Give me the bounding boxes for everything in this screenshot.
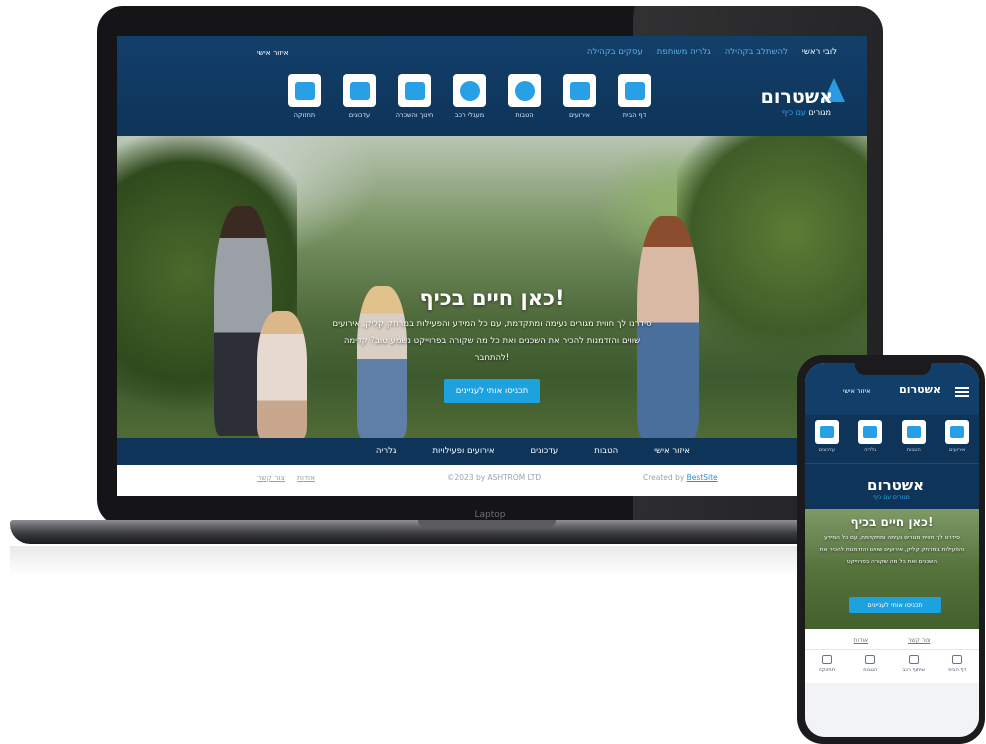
category-label: חינוך והשכרה: [395, 111, 434, 119]
phone-hero-cta-button[interactable]: תכניסו אותי לעניינים: [849, 597, 941, 613]
phone-tab-bar: דף הבית שיתוף רכב הטבות תחזוקה: [805, 649, 979, 683]
phone-link-contact[interactable]: צור קשר: [908, 637, 930, 644]
tab-home[interactable]: דף הבית: [939, 655, 975, 683]
hero-photo-girl: [257, 311, 307, 438]
phone-link-about[interactable]: אודות: [854, 637, 869, 644]
credit-link[interactable]: BestSite: [687, 473, 718, 482]
category-updates[interactable]: עדכונים: [340, 74, 379, 119]
phone-category-gallery[interactable]: גלריה: [854, 420, 886, 463]
phone-hero-body: סידרנו לך חווית מגורים נעימה ומתקדמת, עם…: [819, 535, 965, 565]
footer-link-about[interactable]: אודות: [297, 473, 315, 482]
hero-section: כאן חיים בכיף! סידרנו לך חווית מגורים נע…: [117, 136, 867, 438]
site-footer: Created by BestSite ©2023 by ASHTROM LTD…: [117, 465, 867, 496]
phone-category-events[interactable]: אירועים: [941, 420, 973, 463]
heart-icon: [906, 426, 921, 438]
category-label: גלריה: [864, 447, 877, 453]
footer-links: צור קשר אודות: [257, 473, 315, 482]
sparkle-icon: [819, 426, 834, 438]
phone-footer-links: אודות צור קשר: [805, 637, 979, 644]
tab-label: דף הבית: [948, 667, 967, 673]
nav-item-join-community[interactable]: להשתלב בקהילה: [725, 47, 788, 57]
phone-notch: [855, 363, 931, 375]
category-education[interactable]: חינוך והשכרה: [395, 74, 434, 119]
ticket-icon: [950, 426, 965, 438]
bottom-nav-events[interactable]: אירועים ופעילויות: [432, 446, 494, 456]
top-nav: לובי ראשי להשתלב בקהילה גלריה משותפת עסק…: [587, 47, 837, 57]
hero-title: כאן חיים בכיף!: [419, 286, 565, 310]
tab-label: תחזוקה: [818, 667, 835, 673]
category-label: הטבות: [906, 447, 921, 453]
category-label: אירועים: [949, 447, 966, 453]
ticket-icon: [569, 81, 590, 100]
laptop-screen: לובי ראשי להשתלב בקהילה גלריה משותפת עסק…: [117, 36, 867, 496]
nav-item-main-lobby[interactable]: לובי ראשי: [802, 47, 837, 57]
car-icon: [459, 80, 480, 101]
category-label: תחזוקה: [293, 111, 316, 119]
heart-icon: [865, 655, 876, 664]
phone-hero-title: כאן חיים בכיף!: [850, 515, 934, 529]
bottom-nav: איזור אישי הטבות עדכונים אירועים ופעילוי…: [117, 438, 867, 465]
category-label: הטבות: [515, 111, 534, 119]
tab-benefits[interactable]: הטבות: [852, 655, 888, 683]
car-icon: [908, 655, 919, 664]
logo-subtitle: מגורים עם כיף: [781, 108, 831, 117]
phone-category-icons: אירועים הטבות גלריה עדכונים: [805, 415, 979, 463]
category-home[interactable]: דף הבית: [615, 74, 654, 119]
phone-user-area-link[interactable]: איזור אישי: [843, 387, 870, 395]
phone-category-updates[interactable]: עדכונים: [811, 420, 843, 463]
phone-page-rest: [805, 683, 979, 737]
category-benefits[interactable]: הטבות: [505, 74, 544, 119]
site-header: לובי ראשי להשתלב בקהילה גלריה משותפת עסק…: [117, 36, 867, 136]
bottom-nav-updates[interactable]: עדכונים: [531, 446, 559, 456]
laptop-notch: [418, 520, 556, 528]
category-label: עדכונים: [348, 111, 371, 119]
hamburger-menu-icon[interactable]: [955, 387, 969, 397]
category-icons: דף הבית אירועים הטבות מעגלי רכב חינוך וה…: [285, 74, 654, 119]
tab-label: שיתוף רכב: [902, 667, 925, 673]
tab-car-share[interactable]: שיתוף רכב: [896, 655, 932, 683]
footer-copyright: ©2023 by ASHTROM LTD: [447, 473, 542, 482]
phone-screen: אשטרום איזור אישי אירועים הטבות גלריה עד…: [805, 363, 979, 737]
nav-item-community-business[interactable]: עסקים בקהילה: [587, 47, 643, 57]
bottom-nav-benefits[interactable]: הטבות: [594, 446, 618, 456]
hero-cta-button[interactable]: תכניסו אותי לעניינים: [443, 379, 541, 403]
bottom-nav-personal[interactable]: איזור אישי: [654, 446, 690, 456]
category-car[interactable]: מעגלי רכב: [450, 74, 489, 119]
home-icon: [952, 655, 963, 664]
footer-credit: Created by BestSite: [643, 473, 718, 482]
tab-maintenance[interactable]: תחזוקה: [809, 655, 845, 683]
phone-logo-title: אשטרום: [867, 476, 925, 494]
category-maintenance[interactable]: תחזוקה: [285, 74, 324, 119]
laptop-label: Laptop: [474, 510, 506, 520]
category-label: עדכונים: [818, 447, 835, 453]
site-logo[interactable]: אשטרום מגורים עם כיף: [751, 78, 845, 122]
phone-logo[interactable]: אשטרום: [899, 383, 941, 396]
tab-label: הטבות: [863, 667, 878, 673]
hero-text: כאן חיים בכיף! סידרנו לך חווית מגורים נע…: [327, 286, 657, 403]
logo-title: אשטרום: [760, 86, 833, 108]
phone-hero: כאן חיים בכיף! סידרנו לך חווית מגורים נע…: [805, 509, 979, 629]
megaphone-icon: [404, 81, 425, 100]
phone-category-benefits[interactable]: הטבות: [898, 420, 930, 463]
category-label: מעגלי רכב: [454, 111, 485, 119]
monitor-icon: [821, 655, 832, 664]
sparkle-icon: [349, 81, 370, 100]
device-mockup: Laptop לובי ראשי להשתלב בקהילה גלריה משו…: [0, 0, 986, 744]
user-area-link[interactable]: איזור אישי: [257, 48, 289, 57]
bottom-nav-gallery[interactable]: גלריה: [376, 446, 397, 456]
category-events[interactable]: אירועים: [560, 74, 599, 119]
camera-icon: [863, 426, 878, 438]
nav-item-shared-gallery[interactable]: גלריה משותפת: [657, 47, 711, 57]
hero-body: סידרנו לך חווית מגורים נעימה ומתקדמת, עם…: [332, 319, 652, 363]
home-icon: [624, 81, 645, 100]
category-label: דף הבית: [622, 111, 647, 119]
chat-icon: [294, 81, 315, 100]
hero-tree: [677, 136, 867, 376]
heart-icon: [514, 80, 535, 101]
category-label: אירועים: [568, 111, 591, 119]
phone-logo-subtitle: מגורים עם כיף: [873, 494, 910, 501]
footer-link-contact[interactable]: צור קשר: [257, 473, 285, 482]
phone-logo-banner: אשטרום מגורים עם כיף: [805, 463, 979, 509]
